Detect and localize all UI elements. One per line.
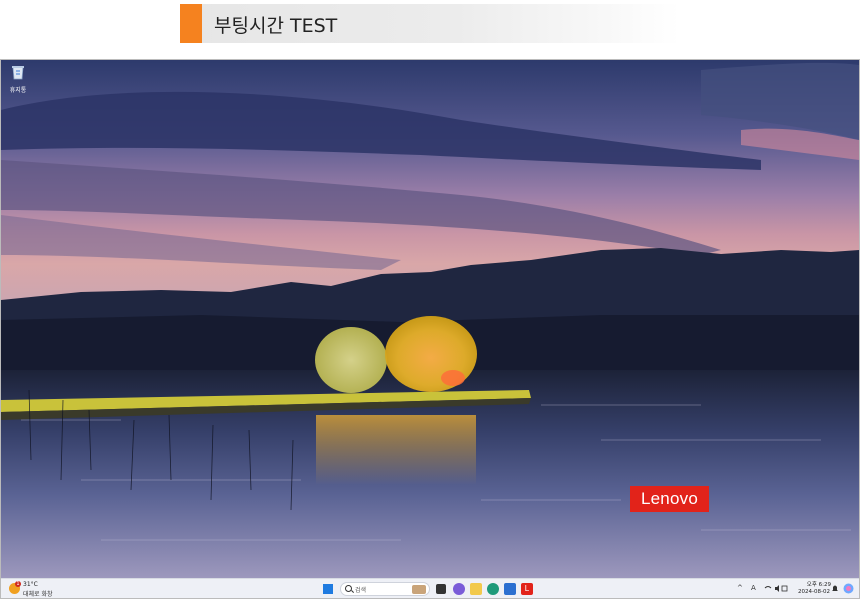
store-icon[interactable] xyxy=(504,583,516,595)
task-view-icon[interactable] xyxy=(436,584,446,594)
lenovo-brand-badge: Lenovo xyxy=(630,486,709,512)
desktop-icon-label: 휴지통 xyxy=(9,87,27,94)
input-method-indicator[interactable]: A xyxy=(751,584,756,592)
weather-temperature: 31°C xyxy=(23,581,38,588)
search-placeholder: 검색 xyxy=(355,587,367,594)
wallpaper xyxy=(1,60,859,578)
desktop-icon-recycle-bin[interactable]: 휴지통 xyxy=(7,64,29,94)
notification-bell-icon[interactable] xyxy=(831,584,839,593)
tray-chevron-icon[interactable]: ^ xyxy=(737,584,743,592)
taskbar-search-box[interactable]: 검색 xyxy=(340,582,430,596)
start-button[interactable] xyxy=(322,583,334,595)
clock-date[interactable]: 2024-08-02 xyxy=(798,589,830,595)
banner-accent-bar xyxy=(180,4,202,43)
taskbar: 1 31°C 대체로 화창 검색 L ^ A 오후 6:29 2024-08-0… xyxy=(1,578,859,598)
file-explorer-icon[interactable] xyxy=(470,583,482,595)
desktop[interactable]: 휴지통 Lenovo xyxy=(1,60,859,578)
copilot-tray-icon[interactable] xyxy=(843,583,854,594)
search-icon xyxy=(345,585,352,592)
copilot-icon[interactable] xyxy=(453,583,465,595)
edge-icon[interactable] xyxy=(487,583,499,595)
banner-title: 부팅시간 TEST xyxy=(214,15,338,37)
search-highlight-icon xyxy=(412,585,426,594)
lenovo-app-icon[interactable]: L xyxy=(521,583,533,595)
weather-condition: 대체로 화창 xyxy=(23,591,53,598)
clock-time[interactable]: 오후 6:29 xyxy=(803,580,831,588)
weather-alert-badge: 1 xyxy=(15,581,21,587)
screenshot-frame: 휴지통 Lenovo 1 31°C 대체로 화창 검색 L ^ A 오후 6:2… xyxy=(0,59,860,599)
header-banner: 부팅시간 TEST xyxy=(180,4,680,43)
network-volume-battery-icons[interactable] xyxy=(764,584,788,593)
recycle-bin-icon xyxy=(12,66,24,80)
